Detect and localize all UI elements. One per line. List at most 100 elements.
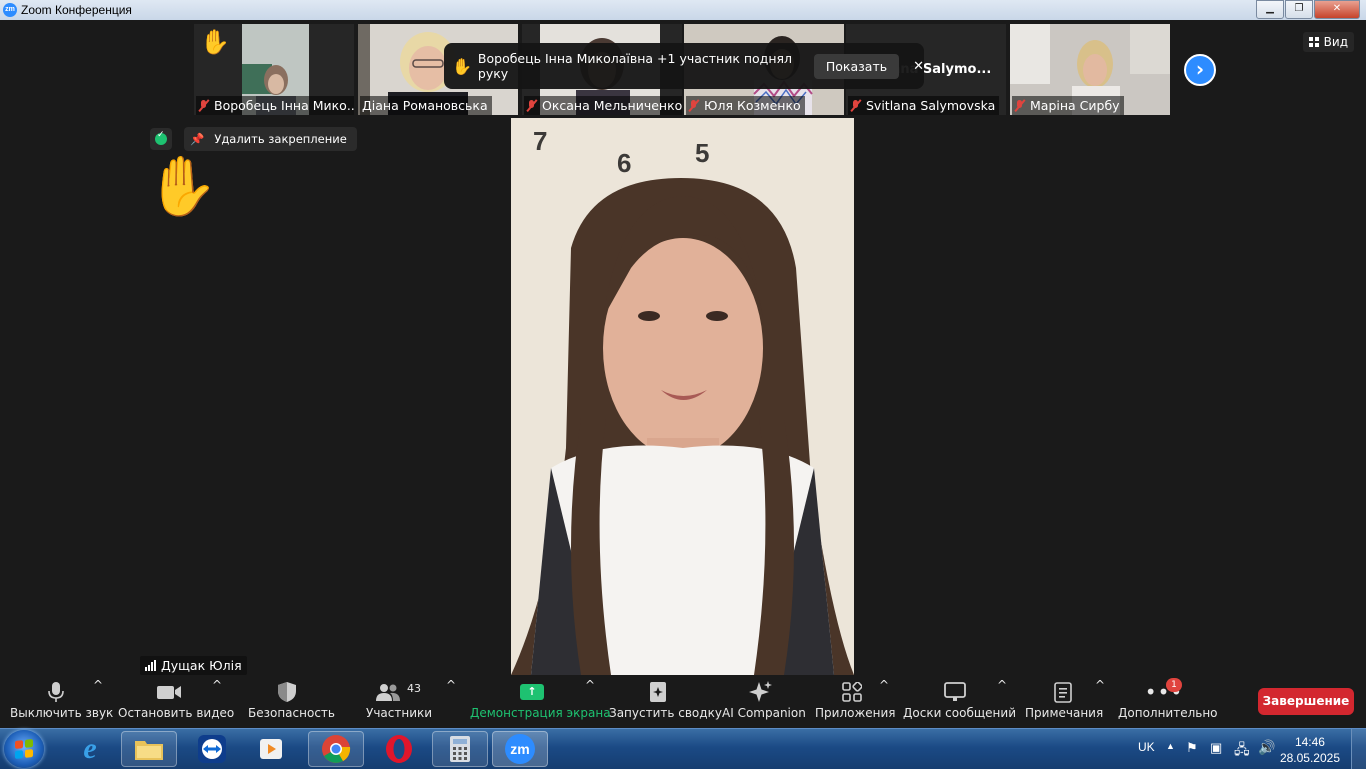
show-button[interactable]: Показать (813, 53, 900, 79)
pinned-speaker-video[interactable]: 7 6 5 (511, 118, 854, 675)
media-player-icon (260, 739, 282, 759)
close-icon[interactable]: ✕ (913, 59, 924, 74)
notes-options-chevron-icon[interactable]: ^ (1095, 678, 1105, 728)
view-button[interactable]: Вид (1302, 32, 1354, 52)
share-options-chevron-icon[interactable]: ^ (585, 678, 595, 728)
participant-tile[interactable]: ✋ Воробець Інна Мико... (194, 24, 354, 115)
mic-muted-icon (1014, 99, 1025, 112)
taskbar-opera[interactable] (371, 731, 427, 767)
participant-tile[interactable]: Маріна Сирбу (1010, 24, 1170, 115)
zoom-app-icon: zm (505, 734, 535, 764)
show-hidden-icons-chevron-icon[interactable]: ▲ (1166, 741, 1175, 751)
raised-hand-icon: ✋ (200, 28, 230, 56)
encryption-badge[interactable] (150, 128, 172, 150)
share-screen-button[interactable]: ↑ Демонстрация экрана (470, 678, 611, 728)
participant-name: Воробець Інна Мико... (196, 96, 354, 115)
close-window-button[interactable]: ✕ (1314, 0, 1360, 19)
notification-text: Воробець Інна Миколаївна +1 участник под… (477, 51, 793, 81)
whiteboards-button[interactable]: Доски сообщений (903, 678, 1016, 728)
clock[interactable]: 14:46 28.05.2025 (1280, 734, 1340, 766)
start-button[interactable] (4, 730, 44, 768)
zoom-logo-icon: zm (3, 3, 17, 17)
restore-button[interactable]: ❐ (1285, 0, 1313, 19)
action-center-flag-icon[interactable]: ⚑ (1186, 740, 1198, 756)
participants-button[interactable]: 43 Участники (366, 678, 432, 728)
more-button[interactable]: ••• Дополнительно (1118, 678, 1218, 728)
grid-view-icon (1308, 37, 1319, 47)
show-desktop-button[interactable] (1351, 729, 1366, 769)
minimize-button[interactable]: ▁ (1256, 0, 1284, 19)
taskbar-internet-explorer[interactable]: e (62, 731, 118, 767)
video-camera-icon (157, 686, 181, 699)
pin-icon: 📌 (190, 132, 205, 146)
start-summary-button[interactable]: Запустить сводку (609, 678, 722, 728)
chevron-right-icon: › (1195, 57, 1205, 81)
participants-icon (376, 684, 400, 701)
window-title: Zoom Конференция (21, 3, 132, 17)
language-indicator[interactable]: UK (1138, 740, 1155, 754)
windows-logo-icon (15, 739, 33, 759)
apps-options-chevron-icon[interactable]: ^ (879, 678, 889, 728)
whiteboards-options-chevron-icon[interactable]: ^ (997, 678, 1007, 728)
taskbar-calculator[interactable] (432, 731, 488, 767)
participants-options-chevron-icon[interactable]: ^ (446, 678, 456, 728)
stop-video-button[interactable]: Остановить видео (118, 678, 234, 728)
internet-explorer-icon: e (83, 732, 97, 765)
mute-button[interactable]: Выключить звук (10, 678, 113, 728)
participant-name: Svitlana Salymovska (848, 96, 1000, 115)
mic-muted-icon (198, 99, 209, 112)
apps-icon (842, 682, 862, 702)
sparkle-icon (749, 681, 772, 702)
participant-name: Маріна Сирбу (1012, 96, 1124, 115)
mic-muted-icon (526, 99, 537, 112)
shield-icon (278, 682, 296, 702)
participant-name: Діана Романовська (360, 96, 492, 115)
system-tray: UK ▲ ⚑ ▣ 🖧 🔊 14:46 28.05.2025 (1126, 729, 1366, 769)
meeting-toolbar: Выключить звук ^ Остановить видео ^ Безо… (0, 678, 1366, 728)
volume-icon[interactable]: 🔊 (1258, 739, 1275, 756)
participant-name: Оксана Мельниченко (524, 96, 682, 115)
speaker-name-label: Дущак Юлія (140, 656, 247, 675)
notes-button[interactable]: Примечания (1025, 678, 1103, 728)
end-meeting-button[interactable]: Завершение (1258, 688, 1354, 715)
raised-hand-icon: ✋ (452, 56, 472, 76)
taskbar-zoom[interactable]: zm (492, 731, 548, 767)
ai-companion-button[interactable]: AI Companion (722, 678, 806, 728)
window-titlebar: zm Zoom Конференция ▁ ❐ ✕ (0, 0, 1366, 20)
mic-muted-icon (850, 99, 861, 112)
opera-icon (386, 735, 412, 763)
audio-options-chevron-icon[interactable]: ^ (93, 678, 103, 728)
window-controls: ▁ ❐ ✕ (1255, 0, 1360, 19)
notification-badge: 1 (1166, 678, 1182, 692)
share-screen-icon: ↑ (520, 684, 544, 700)
network-icon[interactable]: 🖧 (1234, 739, 1250, 763)
security-button[interactable]: Безопасность (248, 678, 335, 728)
whiteboard-icon (944, 682, 966, 701)
calculator-icon (450, 736, 470, 762)
unpin-button[interactable]: 📌 Удалить закрепление (184, 127, 357, 151)
participant-name: Юля Козменко (686, 96, 805, 115)
signal-bars-icon (145, 660, 156, 671)
windows-taskbar: e zm UK ▲ ⚑ ▣ 🖧 🔊 14:46 28.05.2025 (0, 728, 1366, 769)
speaker-video (511, 118, 854, 675)
microphone-icon (48, 682, 64, 702)
apps-button[interactable]: Приложения (815, 678, 896, 728)
summary-icon (650, 682, 666, 702)
taskbar-teamviewer[interactable] (184, 731, 240, 767)
raise-hand-notification: ✋ Воробець Інна Миколаївна +1 участник п… (444, 43, 924, 89)
next-page-button[interactable]: › (1184, 54, 1216, 86)
participants-count: 43 (407, 681, 421, 695)
video-options-chevron-icon[interactable]: ^ (212, 678, 222, 728)
mic-muted-icon (688, 99, 699, 112)
removable-device-icon[interactable]: ▣ (1210, 740, 1222, 756)
chrome-icon (322, 735, 351, 763)
notes-icon (1054, 682, 1072, 703)
teamviewer-icon (198, 735, 226, 763)
taskbar-file-explorer[interactable] (121, 731, 177, 767)
folder-icon (135, 741, 163, 760)
meeting-stage: ✋ Воробець Інна Мико... Діана Романовськ… (0, 20, 1366, 678)
raised-hand-icon: ✋ (146, 152, 219, 220)
taskbar-chrome[interactable] (308, 731, 364, 767)
shield-check-icon (155, 130, 167, 145)
taskbar-media-player[interactable] (243, 731, 299, 767)
